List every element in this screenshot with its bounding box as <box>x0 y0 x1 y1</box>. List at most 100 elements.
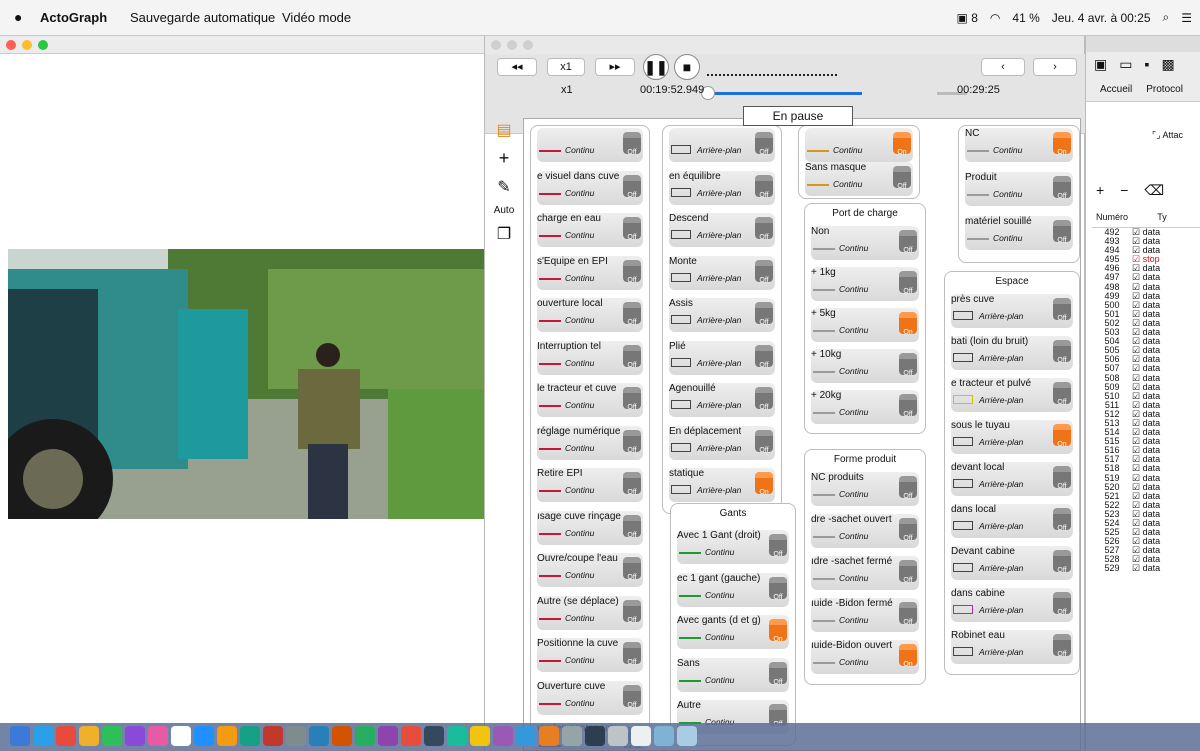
toggle-switch[interactable]: Off <box>899 230 917 254</box>
toggle-switch[interactable]: Off <box>755 387 773 411</box>
behavior-item[interactable]: e tracteur et pulvé Arrière-plan Off <box>949 376 1075 414</box>
behavior-item[interactable]: en équilibre Arrière-plan Off <box>667 169 777 207</box>
behavior-item[interactable]: bati (loin du bruit) Arrière-plan Off <box>949 334 1075 372</box>
apple-icon[interactable]: ● <box>14 9 22 25</box>
behavior-item[interactable]: e visuel dans cuve Continu Off <box>535 169 645 207</box>
behavior-item[interactable]: Agenouillé Arrière-plan Off <box>667 381 777 419</box>
toggle-switch[interactable]: Off <box>1053 298 1071 322</box>
behavior-item[interactable]: charge en eau Continu Off <box>535 211 645 249</box>
toggle-switch[interactable]: Off <box>899 602 917 626</box>
toggle-switch[interactable]: On <box>1053 132 1071 156</box>
dock-app-icon[interactable] <box>79 726 99 746</box>
dock-app-icon[interactable] <box>539 726 559 746</box>
toggle-switch[interactable]: Off <box>755 344 773 369</box>
toggle-switch[interactable]: On <box>893 132 911 156</box>
toggle-switch[interactable]: Off <box>623 557 641 581</box>
dock-app-icon[interactable] <box>10 726 30 746</box>
toggle-switch[interactable]: On <box>769 619 787 643</box>
behavior-item[interactable]: dre -sachet ouvert Continu Off <box>809 512 921 550</box>
behavior-item[interactable]: Ouvre/coupe l'eau Continu Off <box>535 551 645 589</box>
prev-button[interactable]: ‹ <box>981 58 1025 76</box>
add-row-button[interactable]: + <box>1096 182 1104 199</box>
behavior-item[interactable]: ıdre -sachet fermé Continu Off <box>809 554 921 592</box>
behavior-item[interactable]: Robinet eau Arrière-plan Off <box>949 628 1075 666</box>
toggle-switch[interactable]: Off <box>1053 340 1071 364</box>
dock-app-icon[interactable] <box>654 726 674 746</box>
toggle-switch[interactable]: Off <box>1053 592 1071 616</box>
toggle-switch[interactable]: Off <box>899 476 917 500</box>
toggle-switch[interactable]: Off <box>623 174 641 199</box>
behavior-item[interactable]: Descend Arrière-plan Off <box>667 211 777 249</box>
behavior-item[interactable]: réglage numérique Continu Off <box>535 424 645 462</box>
toggle-switch[interactable]: Off <box>755 259 773 284</box>
remove-row-button[interactable]: − <box>1120 182 1128 199</box>
toggle-switch[interactable]: Off <box>623 302 641 326</box>
toggle-switch[interactable]: Off <box>1053 550 1071 574</box>
dock-app-icon[interactable] <box>263 726 283 746</box>
toggle-switch[interactable]: Off <box>755 174 773 199</box>
video-frame[interactable] <box>8 249 484 519</box>
menu-item-autosave[interactable]: Sauvegarde automatique <box>130 10 275 25</box>
toggle-switch[interactable]: Off <box>755 302 773 326</box>
behavior-item[interactable]: Assis Arrière-plan Off <box>667 296 777 334</box>
copy-icon[interactable]: ❐ <box>493 224 515 244</box>
toggle-switch[interactable]: Off <box>1053 382 1071 406</box>
toggle-switch[interactable]: Off <box>899 271 917 295</box>
toggle-switch[interactable]: Off <box>623 514 641 539</box>
dock-app-icon[interactable] <box>493 726 513 746</box>
behavior-item[interactable]: En déplacement Arrière-plan Off <box>667 424 777 462</box>
toggle-switch[interactable]: Off <box>623 429 641 454</box>
progress-bar[interactable] <box>705 92 862 95</box>
toggle-switch[interactable]: Off <box>755 217 773 241</box>
behavior-item[interactable]: + 1kg Continu Off <box>809 265 921 303</box>
dock-app-icon[interactable] <box>355 726 375 746</box>
dock-app-icon[interactable] <box>401 726 421 746</box>
behavior-item[interactable]: Retire EPI Continu Off <box>535 466 645 504</box>
toggle-switch[interactable]: Off <box>769 661 787 686</box>
behavior-item[interactable]: Devant cabine Arrière-plan Off <box>949 544 1075 582</box>
dock-app-icon[interactable] <box>378 726 398 746</box>
behavior-item[interactable]: dans local Arrière-plan Off <box>949 502 1075 540</box>
toggle-switch[interactable]: Off <box>899 560 917 584</box>
toggle-switch[interactable]: On <box>755 472 773 496</box>
toggle-switch[interactable]: Off <box>899 394 917 418</box>
toggle-switch[interactable]: Off <box>1053 634 1071 658</box>
toggle-switch[interactable]: On <box>899 644 917 668</box>
dock-app-icon[interactable] <box>585 726 605 746</box>
toggle-switch[interactable]: Off <box>623 684 641 709</box>
toggle-switch[interactable]: Off <box>1053 220 1071 244</box>
behavior-item[interactable]: devant local Arrière-plan Off <box>949 460 1075 498</box>
behavior-item[interactable]: ıuide -Bidon fermé Continu Off <box>809 596 921 634</box>
behavior-item[interactable]: s'Equipe en EPI Continu Off <box>535 254 645 292</box>
dock-app-icon[interactable] <box>102 726 122 746</box>
behavior-item[interactable]: Non Continu Off <box>809 224 921 262</box>
camera-icon[interactable]: ▣ 8 <box>957 11 978 25</box>
behavior-item[interactable]: ouverture local Continu Off <box>535 296 645 334</box>
behavior-item[interactable]: ec 1 gant (gauche) Continu Off <box>675 571 791 609</box>
save-icon[interactable]: ▪ <box>1144 56 1149 76</box>
behavior-item[interactable]: Produit Continu Off <box>963 170 1075 208</box>
dock-app-icon[interactable] <box>194 726 214 746</box>
dock-app-icon[interactable] <box>56 726 76 746</box>
attach-button[interactable]: ⌜⌟ Attac <box>1152 130 1183 141</box>
add-icon[interactable]: + <box>493 148 515 169</box>
col-type[interactable]: Ty <box>1132 212 1192 222</box>
toggle-switch[interactable]: Off <box>623 132 641 156</box>
behavior-item[interactable]: statique Arrière-plan On <box>667 466 777 504</box>
toggle-switch[interactable]: Off <box>755 132 773 156</box>
close-button[interactable] <box>6 40 16 50</box>
behavior-item[interactable]: sous le tuyau Arrière-plan On <box>949 418 1075 456</box>
dock-app-icon[interactable] <box>332 726 352 746</box>
behavior-item[interactable]: NC Continu On <box>963 126 1075 164</box>
behavior-item[interactable]: + 10kg Continu Off <box>809 347 921 385</box>
dock-app-icon[interactable] <box>171 726 191 746</box>
dock-app-icon[interactable] <box>240 726 260 746</box>
toggle-switch[interactable]: Off <box>769 576 787 601</box>
export-icon[interactable]: ▩ <box>1161 56 1174 76</box>
pencil-icon[interactable]: ✎ <box>493 177 515 197</box>
behavior-item[interactable]: Avec gants (d et g) Continu On <box>675 613 791 651</box>
behavior-item[interactable]: Sans Continu Off <box>675 656 791 694</box>
toggle-switch[interactable]: Off <box>769 534 787 558</box>
behavior-item[interactable]: + 20kg Continu Off <box>809 388 921 426</box>
dock-app-icon[interactable] <box>677 726 697 746</box>
